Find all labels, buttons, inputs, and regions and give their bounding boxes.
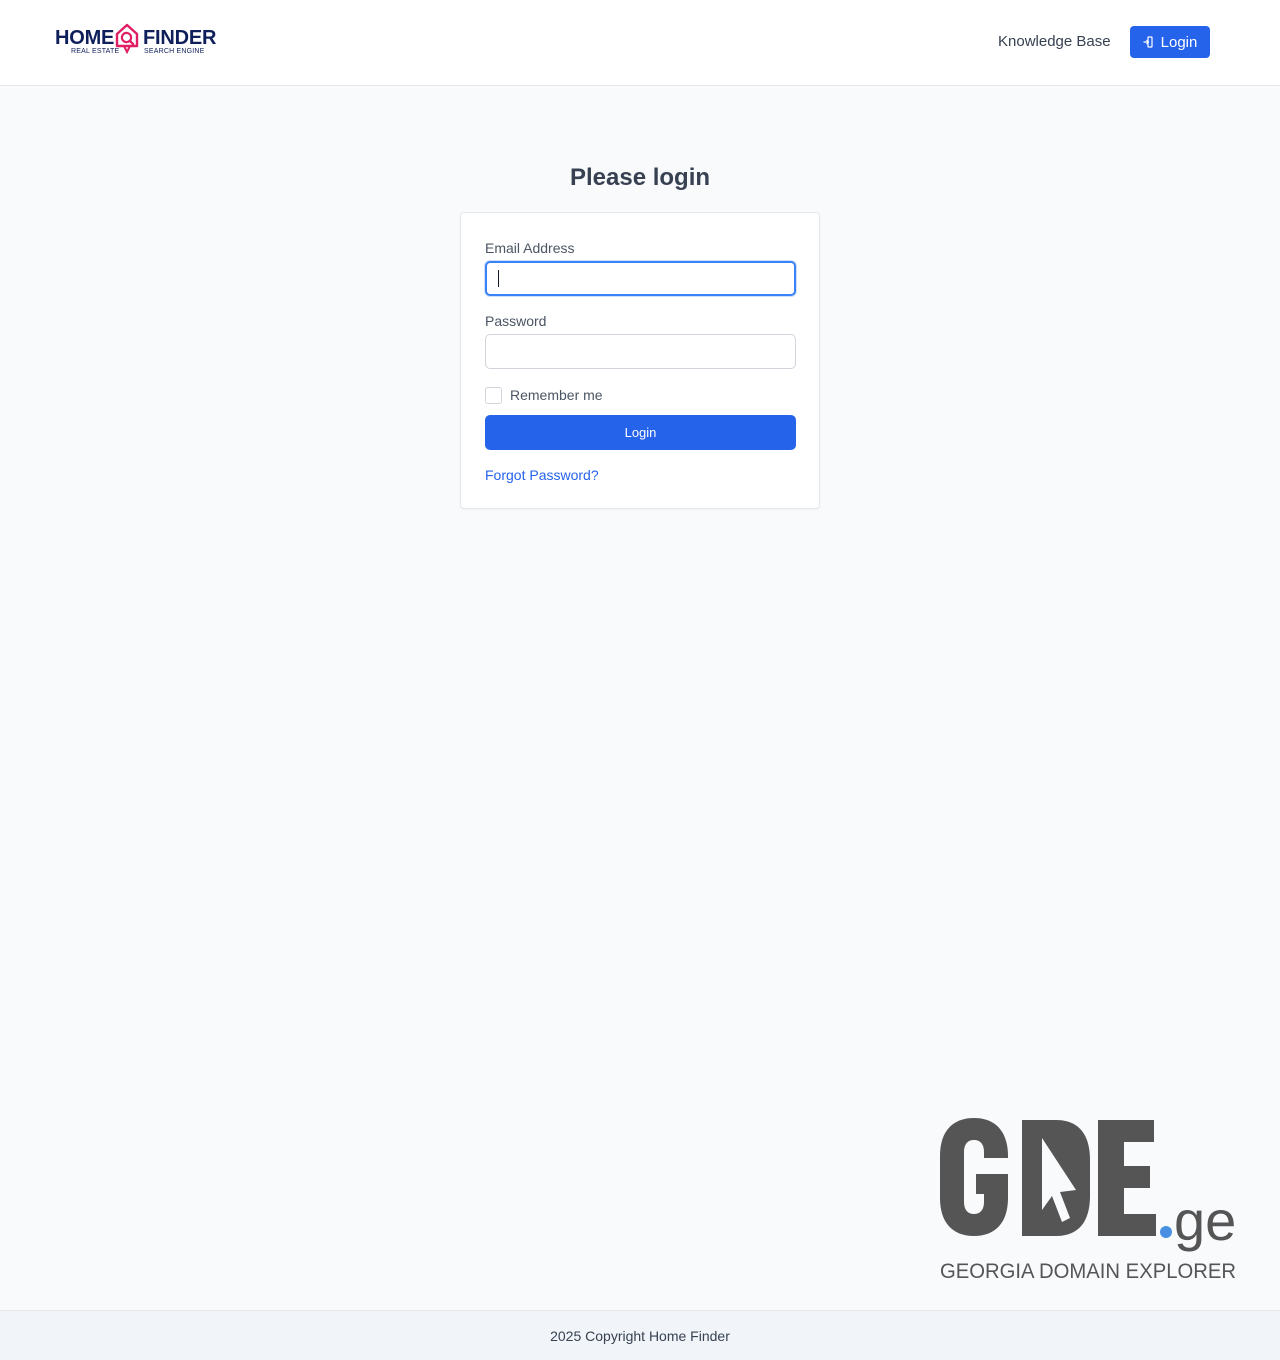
logo-tagline-left: REAL ESTATE <box>71 48 120 55</box>
remember-me-checkbox[interactable] <box>485 386 502 404</box>
footer-copyright: 2025 Copyright Home Finder <box>550 1327 730 1344</box>
password-input[interactable] <box>485 334 796 369</box>
knowledge-base-link[interactable]: Knowledge Base <box>998 33 1111 51</box>
login-submit-button[interactable]: Login <box>485 415 796 450</box>
logo-word-home: HOME <box>55 27 115 49</box>
forgot-password-link[interactable]: Forgot Password? <box>485 466 599 484</box>
header-login-button[interactable]: Login <box>1130 26 1210 58</box>
logo-word-finder: FINDER <box>143 27 217 49</box>
login-form: Email Address Password Remember me Login… <box>460 212 820 509</box>
password-label: Password <box>485 313 547 329</box>
page-title: Please login <box>569 164 711 191</box>
sign-in-icon <box>1143 36 1153 48</box>
watermark-tld: ge <box>1174 1189 1236 1252</box>
home-finder-logo[interactable]: HOME FINDER REAL ESTATE SEARCH ENGINE <box>55 22 225 62</box>
remember-me-label: Remember me <box>510 387 603 403</box>
watermark-caption: GEORGIA DOMAIN EXPLORER <box>940 1259 1236 1283</box>
email-input[interactable] <box>485 261 796 296</box>
email-label: Email Address <box>485 240 575 256</box>
text-caret <box>498 270 499 287</box>
remember-me-control[interactable]: Remember me <box>485 386 603 404</box>
site-footer: 2025 Copyright Home Finder <box>0 1310 1280 1360</box>
header-login-label: Login <box>1160 33 1198 51</box>
logo-tagline-right: SEARCH ENGINE <box>144 48 205 55</box>
gde-watermark-logo: ge GEORGIA DOMAIN EXPLORER <box>940 1118 1236 1283</box>
site-header: HOME FINDER REAL ESTATE SEARCH ENGINE Kn… <box>0 0 1280 86</box>
